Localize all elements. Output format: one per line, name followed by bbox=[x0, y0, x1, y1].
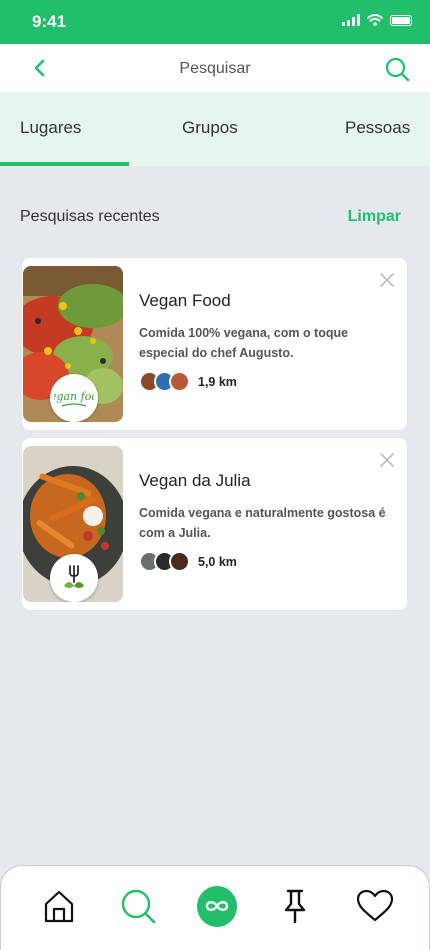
tab-grupos[interactable]: Grupos bbox=[182, 118, 238, 138]
distance: 1,9 km bbox=[198, 374, 237, 389]
active-tab-indicator bbox=[0, 162, 129, 166]
infinity-icon bbox=[205, 901, 229, 911]
close-icon[interactable] bbox=[379, 452, 395, 468]
heart-icon bbox=[356, 889, 394, 922]
result-card[interactable]: Vegan da Julia Comida vegana e naturalme… bbox=[22, 438, 407, 610]
wifi-icon bbox=[367, 14, 383, 26]
search-icon bbox=[121, 889, 156, 924]
status-icons bbox=[342, 14, 412, 26]
friends-row: 1,9 km bbox=[139, 371, 237, 392]
status-time: 9:41 bbox=[32, 12, 67, 31]
friends-row: 5,0 km bbox=[139, 551, 237, 572]
restaurant-photo: Vegan food bbox=[23, 266, 123, 422]
restaurant-description: Comida 100% vegana, com o toque especial… bbox=[139, 326, 349, 360]
avatar bbox=[169, 371, 190, 392]
restaurant-logo bbox=[50, 554, 98, 602]
distance: 5,0 km bbox=[198, 554, 237, 569]
nav-pin[interactable] bbox=[275, 886, 315, 926]
nav-loop[interactable] bbox=[197, 885, 237, 927]
loop-button bbox=[197, 885, 237, 927]
search-icon[interactable] bbox=[384, 56, 410, 82]
restaurant-logo: Vegan food bbox=[50, 374, 98, 422]
restaurant-name: Vegan da Julia bbox=[139, 471, 251, 490]
recent-searches-title: Pesquisas recentes bbox=[20, 208, 160, 225]
tab-lugares[interactable]: Lugares bbox=[20, 118, 81, 138]
close-icon[interactable] bbox=[379, 272, 395, 288]
category-tabs: Lugares Grupos Pessoas bbox=[0, 92, 430, 166]
battery-icon bbox=[390, 14, 412, 26]
avatar bbox=[169, 551, 190, 572]
restaurant-name: Vegan Food bbox=[139, 291, 231, 310]
pin-icon bbox=[284, 889, 306, 924]
signal-icon bbox=[342, 14, 360, 26]
status-bar: 9:41 bbox=[0, 0, 430, 44]
clear-button[interactable]: Limpar bbox=[348, 208, 401, 226]
bottom-nav bbox=[0, 865, 430, 950]
result-card[interactable]: Vegan food Vegan Food Comida 100% vegana… bbox=[22, 258, 407, 430]
nav-heart[interactable] bbox=[355, 886, 395, 926]
restaurant-description: Comida vegana e naturalmente gostosa é c… bbox=[139, 506, 386, 540]
home-icon bbox=[44, 890, 74, 923]
header: Pesquisar bbox=[0, 44, 430, 92]
nav-home[interactable] bbox=[39, 886, 79, 926]
tab-pessoas[interactable]: Pessoas bbox=[345, 118, 410, 138]
nav-search[interactable] bbox=[118, 886, 158, 926]
restaurant-photo bbox=[23, 446, 123, 602]
page-title: Pesquisar bbox=[179, 60, 251, 77]
logo-text: Vegan food bbox=[54, 390, 94, 403]
